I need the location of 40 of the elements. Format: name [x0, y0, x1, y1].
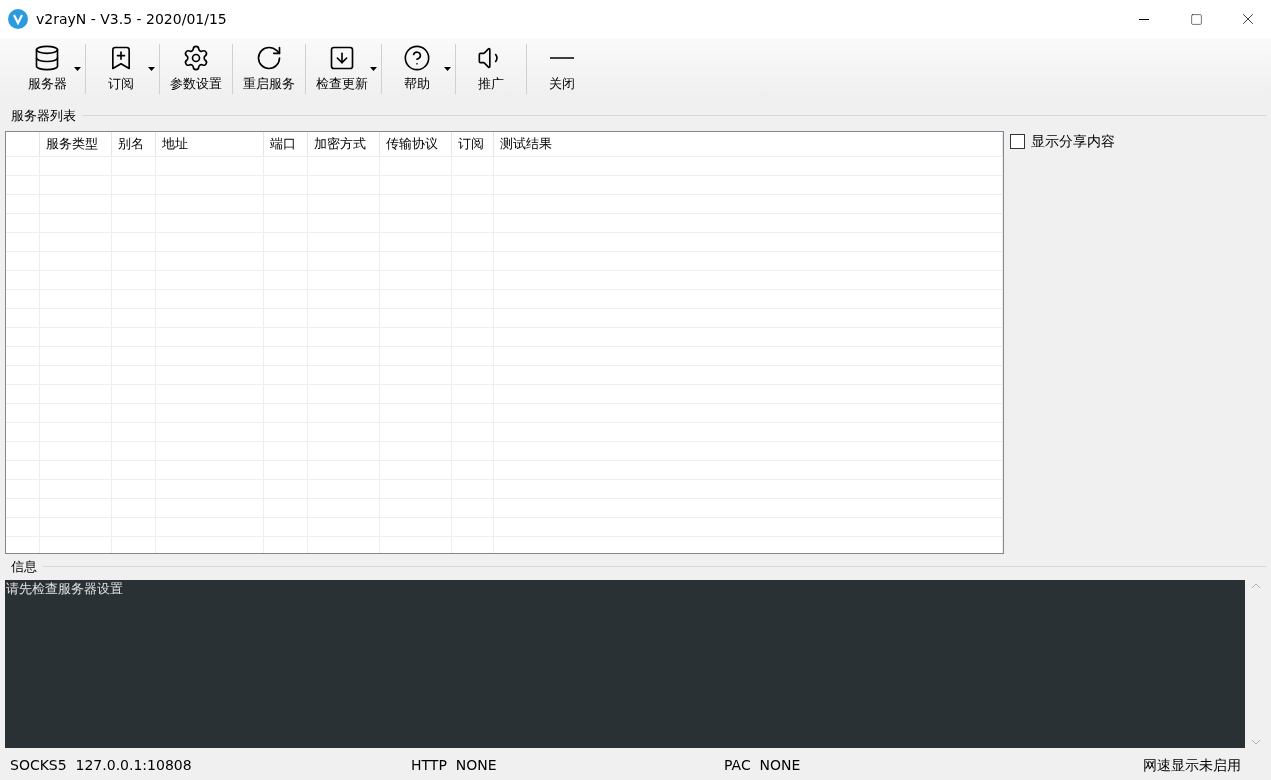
- app-logo-icon: [8, 9, 28, 29]
- help-icon: [403, 44, 431, 73]
- column-header[interactable]: 测试结果: [494, 131, 1003, 156]
- settings-icon: [182, 44, 210, 73]
- column-header[interactable]: 端口: [264, 131, 308, 156]
- toolbar-button[interactable]: 重启服务: [233, 41, 305, 97]
- checkbox[interactable]: [1010, 133, 1025, 149]
- column-header[interactable]: 别名: [112, 131, 156, 156]
- scroll-up-icon[interactable]: [1251, 584, 1260, 588]
- database-icon: [33, 44, 61, 73]
- toolbar-button[interactable]: 服务器: [12, 41, 82, 97]
- maximize-icon: [1189, 12, 1203, 26]
- status-text: HTTP NONE: [411, 756, 497, 773]
- minimize-icon: [1139, 18, 1149, 20]
- status-text: SOCKS5 127.0.0.1:10808: [10, 756, 192, 773]
- toolbar-button[interactable]: 检查更新: [306, 41, 378, 97]
- status-text: 网速显示未启用: [1143, 755, 1241, 775]
- column-header[interactable]: 加密方式: [308, 131, 380, 156]
- dash-icon: [550, 57, 574, 60]
- column-header[interactable]: 订阅: [452, 131, 494, 156]
- scroll-down-icon[interactable]: [1251, 740, 1260, 744]
- status-text: PAC NONE: [724, 756, 801, 773]
- caret-icon[interactable]: [444, 67, 451, 71]
- checkbox-label: 显示分享内容: [1031, 132, 1115, 150]
- column-header[interactable]: 地址: [156, 131, 264, 156]
- column-header[interactable]: 传输协议: [380, 131, 452, 156]
- group-title: 信息: [10, 557, 38, 576]
- caret-icon[interactable]: [74, 67, 81, 71]
- group-title: 服务器列表: [10, 107, 77, 125]
- server-table[interactable]: 服务类型 别名 地址 端口 加密方式 传输协议 订阅 测试结果: [5, 130, 1004, 554]
- column-header[interactable]: 服务类型: [40, 131, 112, 156]
- toolbar-button[interactable]: 参数设置: [160, 41, 232, 97]
- toolbar-button[interactable]: 关闭: [527, 41, 597, 97]
- caret-icon[interactable]: [148, 67, 155, 71]
- log-text: 请先检查服务器设置: [6, 581, 123, 596]
- toolbar-button[interactable]: 帮助: [382, 41, 452, 97]
- toolbar-button[interactable]: 订阅: [86, 41, 156, 97]
- window-title: v2rayN - V3.5 - 2020/01/15: [36, 9, 227, 29]
- toolbar-button[interactable]: 推广: [456, 41, 526, 97]
- caret-icon[interactable]: [370, 67, 377, 71]
